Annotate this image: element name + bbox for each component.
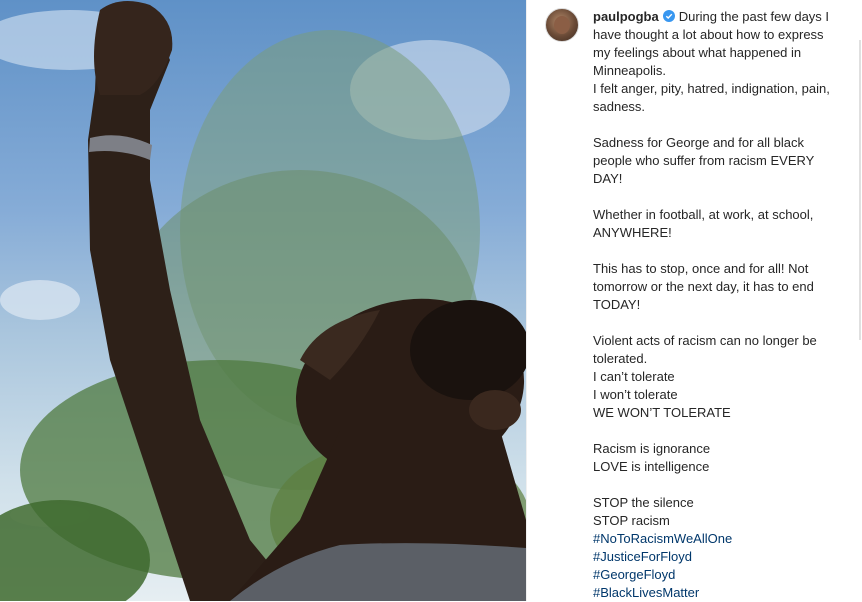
caption-paragraph-4: This has to stop, once and for all! Not … <box>593 261 814 312</box>
caption-paragraph-6-line1: Racism is ignorance <box>593 441 711 456</box>
hashtag-link[interactable]: #BlackLivesMatter <box>593 584 838 602</box>
caption-paragraph-6-line2: LOVE is intelligence <box>593 459 710 474</box>
caption-panel: paulpogba During the past few days I have… <box>527 0 862 601</box>
caption-text-2: I felt anger, pity, hatred, indignation,… <box>593 81 830 114</box>
caption-paragraph-5-line4: WE WON’T TOLERATE <box>593 405 731 420</box>
caption-paragraph-3: Whether in football, at work, at school,… <box>593 207 814 240</box>
caption-scrollbar[interactable] <box>859 40 861 340</box>
avatar[interactable] <box>545 8 579 42</box>
caption-paragraph-2: Sadness for George and for all black peo… <box>593 135 815 186</box>
post-photo[interactable] <box>0 0 526 601</box>
post-caption: paulpogba During the past few days I have… <box>593 8 838 602</box>
caption-paragraph-7-line1: STOP the silence <box>593 495 694 510</box>
caption-paragraph-5-line3: I won’t tolerate <box>593 387 678 402</box>
hashtag-link[interactable]: #GeorgeFloyd <box>593 566 838 584</box>
raised-fist-photo <box>0 1 526 601</box>
username-link[interactable]: paulpogba <box>593 9 659 24</box>
verified-badge-icon <box>662 10 675 22</box>
caption-paragraph-7-line2: STOP racism <box>593 513 670 528</box>
hashtag-link[interactable]: #NoToRacismWeAllOne <box>593 530 838 548</box>
caption-paragraph-5-line1: Violent acts of racism can no longer be … <box>593 333 817 366</box>
hashtag-link[interactable]: #JusticeForFloyd <box>593 548 838 566</box>
caption-paragraph-5-line2: I can’t tolerate <box>593 369 675 384</box>
